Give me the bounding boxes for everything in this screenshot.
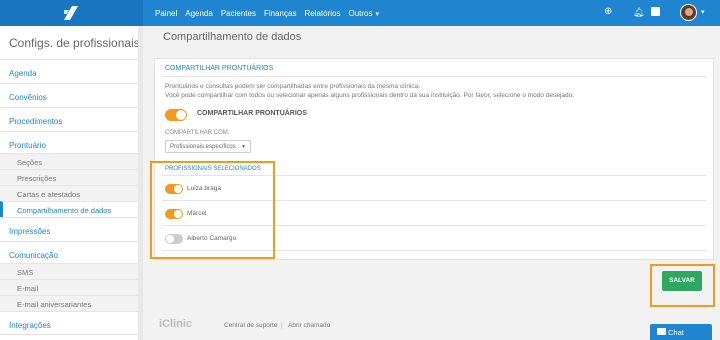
caret-down-icon: ▼ [241, 144, 246, 150]
chat-label: Chat [668, 328, 684, 337]
chevron-down-icon: ▾ [375, 10, 379, 18]
share-with-select[interactable]: Profissionais específicos ▼ [165, 140, 251, 153]
footer-logo: iClinic [159, 318, 193, 330]
description-line-1: Prontuários e consultas podem ser compar… [165, 83, 421, 90]
card-header: COMPARTILHAR PRONTUÁRIOS [165, 65, 274, 72]
sidebar-item-agenda[interactable]: Agenda [0, 59, 143, 83]
avatar[interactable] [680, 4, 697, 21]
top-navbar: Painel Agenda Pacientes Finanças Relatór… [0, 0, 720, 26]
nav-outros-label: Outros [348, 8, 373, 18]
share-with-value: Profissionais específicos [170, 144, 236, 150]
support-link[interactable]: Central de suporte [224, 322, 277, 329]
sidebar-item-prontuario[interactable]: Prontuário [0, 131, 143, 155]
chat-button[interactable]: Chat [650, 324, 712, 340]
nav-pacientes[interactable]: Pacientes [221, 9, 256, 18]
nav-financas[interactable]: Finanças [264, 9, 296, 18]
sidebar-subitem-prescricoes[interactable]: Prescrições [0, 169, 143, 185]
sidebar-item-integracoes[interactable]: Integrações [0, 311, 143, 335]
sidebar-subitem-email[interactable]: E-mail [0, 279, 143, 295]
share-with-label: COMPARTILHAR COM: [165, 130, 230, 136]
plus-circle-icon[interactable]: ⊕ [604, 6, 612, 18]
chat-bubble-icon [657, 328, 666, 335]
highlight-box-save [650, 264, 715, 307]
open-ticket-link[interactable]: Abrir chamado [288, 322, 330, 329]
iclinic-logo-icon[interactable] [63, 5, 79, 21]
page-title: Compartilhamento de dados [163, 31, 302, 43]
nav-outros[interactable]: Outros ▾ [348, 9, 379, 18]
sidebar-scrollbar[interactable] [138, 26, 143, 340]
sidebar-item-comunicacao[interactable]: Comunicação [0, 241, 143, 265]
footer-separator: | [281, 322, 283, 329]
sidebar-item-impressoes[interactable]: Impressões [0, 217, 143, 241]
highlight-box-professionals [150, 161, 275, 259]
nav-relatorios[interactable]: Relatórios [304, 9, 340, 18]
bell-icon[interactable]: 🔔︎ [633, 6, 644, 18]
logo-area[interactable] [0, 0, 143, 26]
share-records-toggle[interactable] [165, 109, 187, 121]
sidebar-subitem-sms[interactable]: SMS [0, 263, 143, 279]
gift-icon[interactable] [651, 7, 660, 16]
main-nav: Painel Agenda Pacientes Finanças Relatór… [155, 0, 387, 26]
sidebar-subitem-email-aniversariantes[interactable]: E-mail aniversariantes [0, 295, 143, 311]
sidebar-subitem-cartas[interactable]: Cartas e atestados [0, 185, 143, 201]
description-line-2: Você pode compartilhar com todos ou sele… [165, 92, 575, 99]
sidebar-item-convenios[interactable]: Convênios [0, 83, 143, 107]
sidebar-subitem-compartilhamento[interactable]: Compartilhamento de dados [0, 201, 143, 217]
sidebar-title: Configs. de profissionais [9, 36, 140, 50]
divider [162, 76, 706, 77]
sidebar-subitem-secoes[interactable]: Seções [0, 153, 143, 169]
nav-agenda[interactable]: Agenda [185, 9, 213, 18]
sidebar-item-procedimentos[interactable]: Procedimentos [0, 107, 143, 131]
nav-painel[interactable]: Painel [155, 9, 177, 18]
caret-down-icon[interactable]: ▾ [701, 8, 705, 16]
share-records-label: COMPARTILHAR PRONTUÁRIOS [197, 110, 307, 117]
